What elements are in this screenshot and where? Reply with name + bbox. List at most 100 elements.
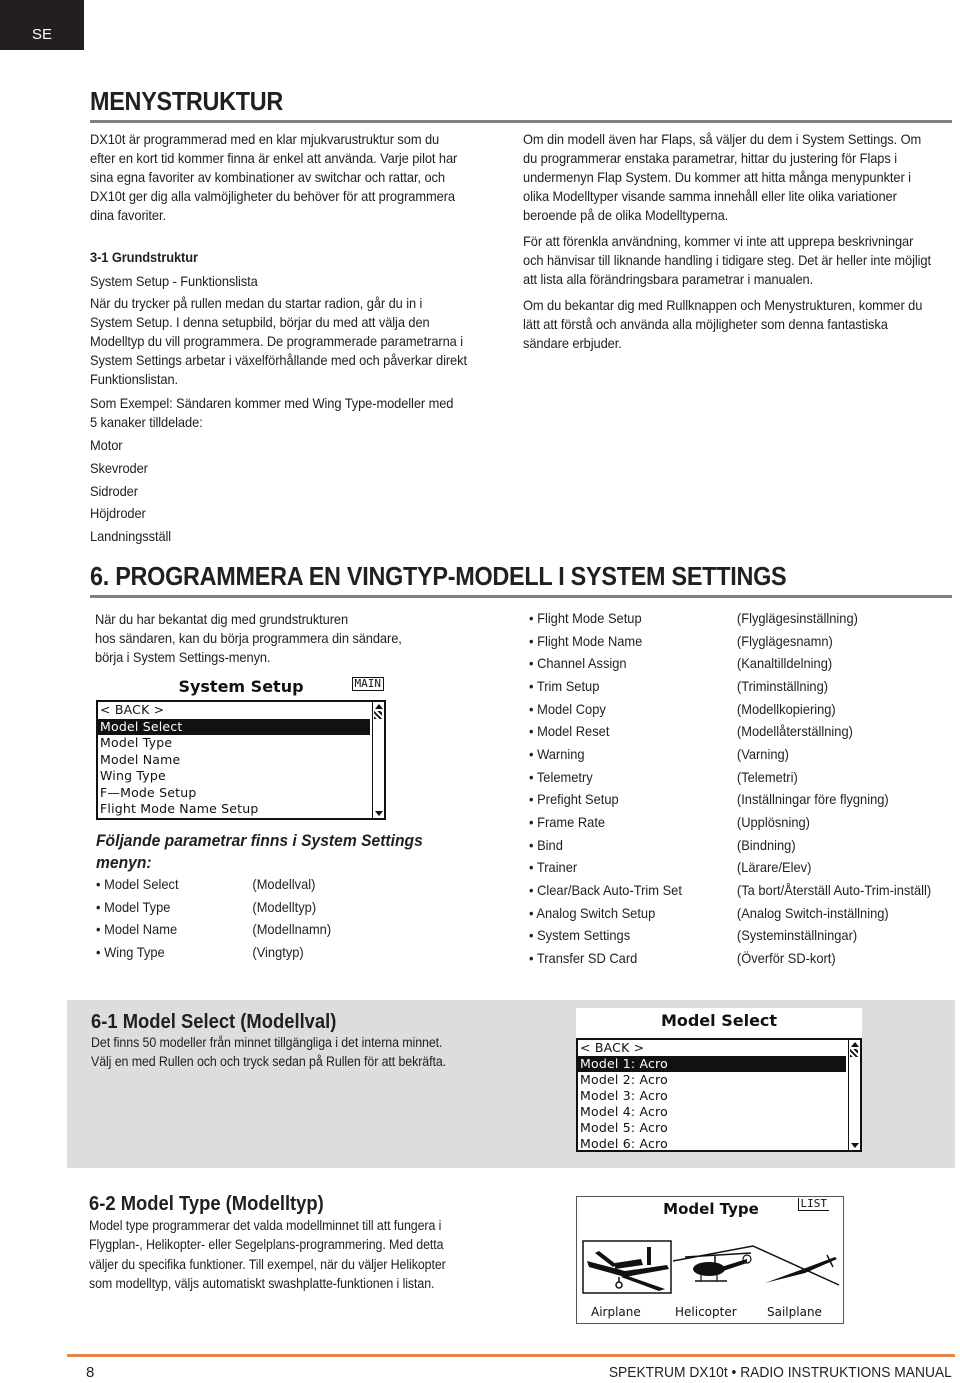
section-title-menystruktur: MENYSTRUKTUR <box>90 86 284 116</box>
model-item-back[interactable]: < BACK > <box>578 1040 860 1056</box>
language-tab: SE <box>0 0 84 50</box>
system-setup-menu: < BACK > Model Select Model Type Model N… <box>96 700 386 820</box>
param-translation: (Analog Switch-inställning) <box>736 905 889 921</box>
param-translation: (Flyglägesnamn) <box>736 633 833 649</box>
menu-item-wing-type[interactable]: Wing Type <box>98 768 384 785</box>
param-label: • System Settings <box>529 927 631 943</box>
param-translation: (Modellval) <box>252 876 316 892</box>
params-heading: Följande parametrar finns i System Setti… <box>96 831 423 872</box>
section-6-2-line: Flygplan-, Helikopter- eller Segelplans-… <box>89 1237 444 1252</box>
scroll-up-arrow-icon[interactable] <box>851 1042 859 1047</box>
section-6-1-title: 6-1 Model Select (Modellval) <box>91 1011 337 1033</box>
param-label: • Wing Type <box>96 944 165 960</box>
param-translation: (Varning) <box>736 746 789 762</box>
model-select-screen: Model Select < BACK > Model 1: Acro Mode… <box>576 1008 862 1152</box>
footer-rule <box>67 1354 955 1357</box>
menu-item-model-select[interactable]: Model Select <box>98 718 370 735</box>
model-item[interactable]: Model 4: Acro <box>578 1104 860 1120</box>
sailplane-icon[interactable] <box>763 1253 841 1285</box>
param-translation: (Kanaltilldelning) <box>736 655 833 671</box>
param-label: • Model Type <box>96 899 171 915</box>
section-6-2-title: 6-2 Model Type (Modelltyp) <box>89 1193 324 1215</box>
section-6-intro-line: börja i System Settings-menyn. <box>95 649 271 665</box>
section-6-1-line: Välj en med Rullen och och tryck sedan p… <box>91 1054 447 1069</box>
param-translation: (Telemetri) <box>736 769 798 785</box>
menu-item-model-type[interactable]: Model Type <box>98 735 384 752</box>
screen-title: System Setup <box>178 677 304 696</box>
param-label: • Flight Mode Name <box>529 633 643 649</box>
param-translation: (Modellkopiering) <box>736 701 836 717</box>
section-6-1-line: Det finns 50 modeller från minnet tillgä… <box>91 1035 443 1050</box>
system-setup-screen: System Setup MAIN < BACK > Model Select … <box>96 676 386 820</box>
param-label: • Clear/Back Auto-Trim Set <box>529 882 682 898</box>
param-label: • Model Copy <box>529 701 606 717</box>
menu-intro-paragraph: DX10t är programmerad med en klar mjukva… <box>90 131 458 223</box>
language-label: SE <box>31 25 52 43</box>
param-label: • Transfer SD Card <box>529 950 638 966</box>
param-label: • Warning <box>529 746 585 762</box>
param-translation: (Upplösning) <box>736 814 810 830</box>
param-translation: (Bindning) <box>736 837 796 853</box>
channel-item: Sidroder <box>90 483 138 499</box>
param-translation: (Ta bort/Återställ Auto-Trim-inställ) <box>736 882 932 898</box>
scroll-thumb[interactable] <box>374 711 382 719</box>
right-paragraph-flaps: Om din modell även har Flaps, så väljer … <box>523 131 922 223</box>
manual-title: SPEKTRUM DX10t • RADIO INSTRUKTIONS MANU… <box>609 1364 952 1381</box>
param-translation: (Vingtyp) <box>252 944 304 960</box>
param-label: • Trainer <box>529 859 578 875</box>
param-translation: (Modellnamn) <box>252 921 332 937</box>
scroll-up-arrow-icon[interactable] <box>375 704 383 709</box>
channel-item: Motor <box>90 437 123 453</box>
model-item[interactable]: Model 6: Acro <box>578 1136 860 1150</box>
section-rule <box>90 120 952 123</box>
param-label: • Channel Assign <box>529 655 627 671</box>
scroll-thumb[interactable] <box>850 1049 858 1057</box>
param-translation: (Modellåterställning) <box>736 723 853 739</box>
paragraph-example: Som Exempel: Sändaren kommer med Wing Ty… <box>90 395 454 430</box>
option-helicopter[interactable]: Helicopter <box>675 1305 737 1319</box>
scroll-down-arrow-icon[interactable] <box>851 1143 859 1148</box>
model-item[interactable]: Model 2: Acro <box>578 1072 860 1088</box>
screen-title: Model Select <box>660 1011 778 1030</box>
section-6-intro-line: hos sändaren, kan du börja programmera d… <box>95 630 402 646</box>
subtitle-funktionslista: System Setup - Funktionslista <box>90 273 258 289</box>
right-paragraph-simplify: För att förenkla användning, kommer vi i… <box>523 233 931 287</box>
model-list: < BACK > Model 1: Acro Model 2: Acro Mod… <box>576 1038 862 1152</box>
param-translation: (Lärare/Elev) <box>736 859 812 875</box>
param-translation: (Inställningar före flygning) <box>736 791 889 807</box>
option-airplane[interactable]: Airplane <box>591 1305 641 1319</box>
main-tag[interactable]: MAIN <box>351 677 384 691</box>
model-item[interactable]: Model 1: Acro <box>578 1056 846 1072</box>
section-6-2-line: Model type programmerar det valda modell… <box>89 1218 442 1233</box>
param-label: • Flight Mode Setup <box>529 610 642 626</box>
param-label: • Model Name <box>96 921 178 937</box>
param-label: • Model Reset <box>529 723 610 739</box>
scrollbar[interactable] <box>848 1040 860 1150</box>
menu-item-model-name[interactable]: Model Name <box>98 752 384 769</box>
param-translation: (Flyglägesinställning) <box>736 610 858 626</box>
param-label: • Analog Switch Setup <box>529 905 656 921</box>
param-label: • Bind <box>529 837 563 853</box>
page-number: 8 <box>86 1364 95 1381</box>
airplane-icon[interactable] <box>585 1245 671 1291</box>
param-label: • Trim Setup <box>529 678 600 694</box>
menu-item-back[interactable]: < BACK > <box>98 702 384 719</box>
param-translation: (Systeminställningar) <box>736 927 858 943</box>
model-type-screen: Model Type LIST Airplane Helicopter Sail… <box>576 1196 844 1324</box>
scroll-down-arrow-icon[interactable] <box>375 811 383 816</box>
section-title-6: 6. PROGRAMMERA EN VINGTYP-MODELL I SYSTE… <box>90 561 787 591</box>
channel-item: Höjdroder <box>90 505 146 521</box>
option-sailplane[interactable]: Sailplane <box>767 1305 822 1319</box>
menu-item-f-mode-setup[interactable]: F—Mode Setup <box>98 785 384 802</box>
model-item[interactable]: Model 5: Acro <box>578 1120 860 1136</box>
scrollbar[interactable] <box>372 702 384 818</box>
param-label: • Prefight Setup <box>529 791 619 807</box>
section-6-intro-line: När du har bekantat dig med grundstruktu… <box>95 611 349 627</box>
model-item[interactable]: Model 3: Acro <box>578 1088 860 1104</box>
channel-item: Skevroder <box>90 460 148 476</box>
param-translation: (Triminställning) <box>736 678 829 694</box>
menu-item-flight-mode-name-setup[interactable]: Flight Mode Name Setup <box>98 801 384 818</box>
helicopter-icon[interactable] <box>681 1251 755 1287</box>
paragraph-system-setup: När du trycker på rullen medan du starta… <box>90 295 467 387</box>
param-label: • Model Select <box>96 876 179 892</box>
